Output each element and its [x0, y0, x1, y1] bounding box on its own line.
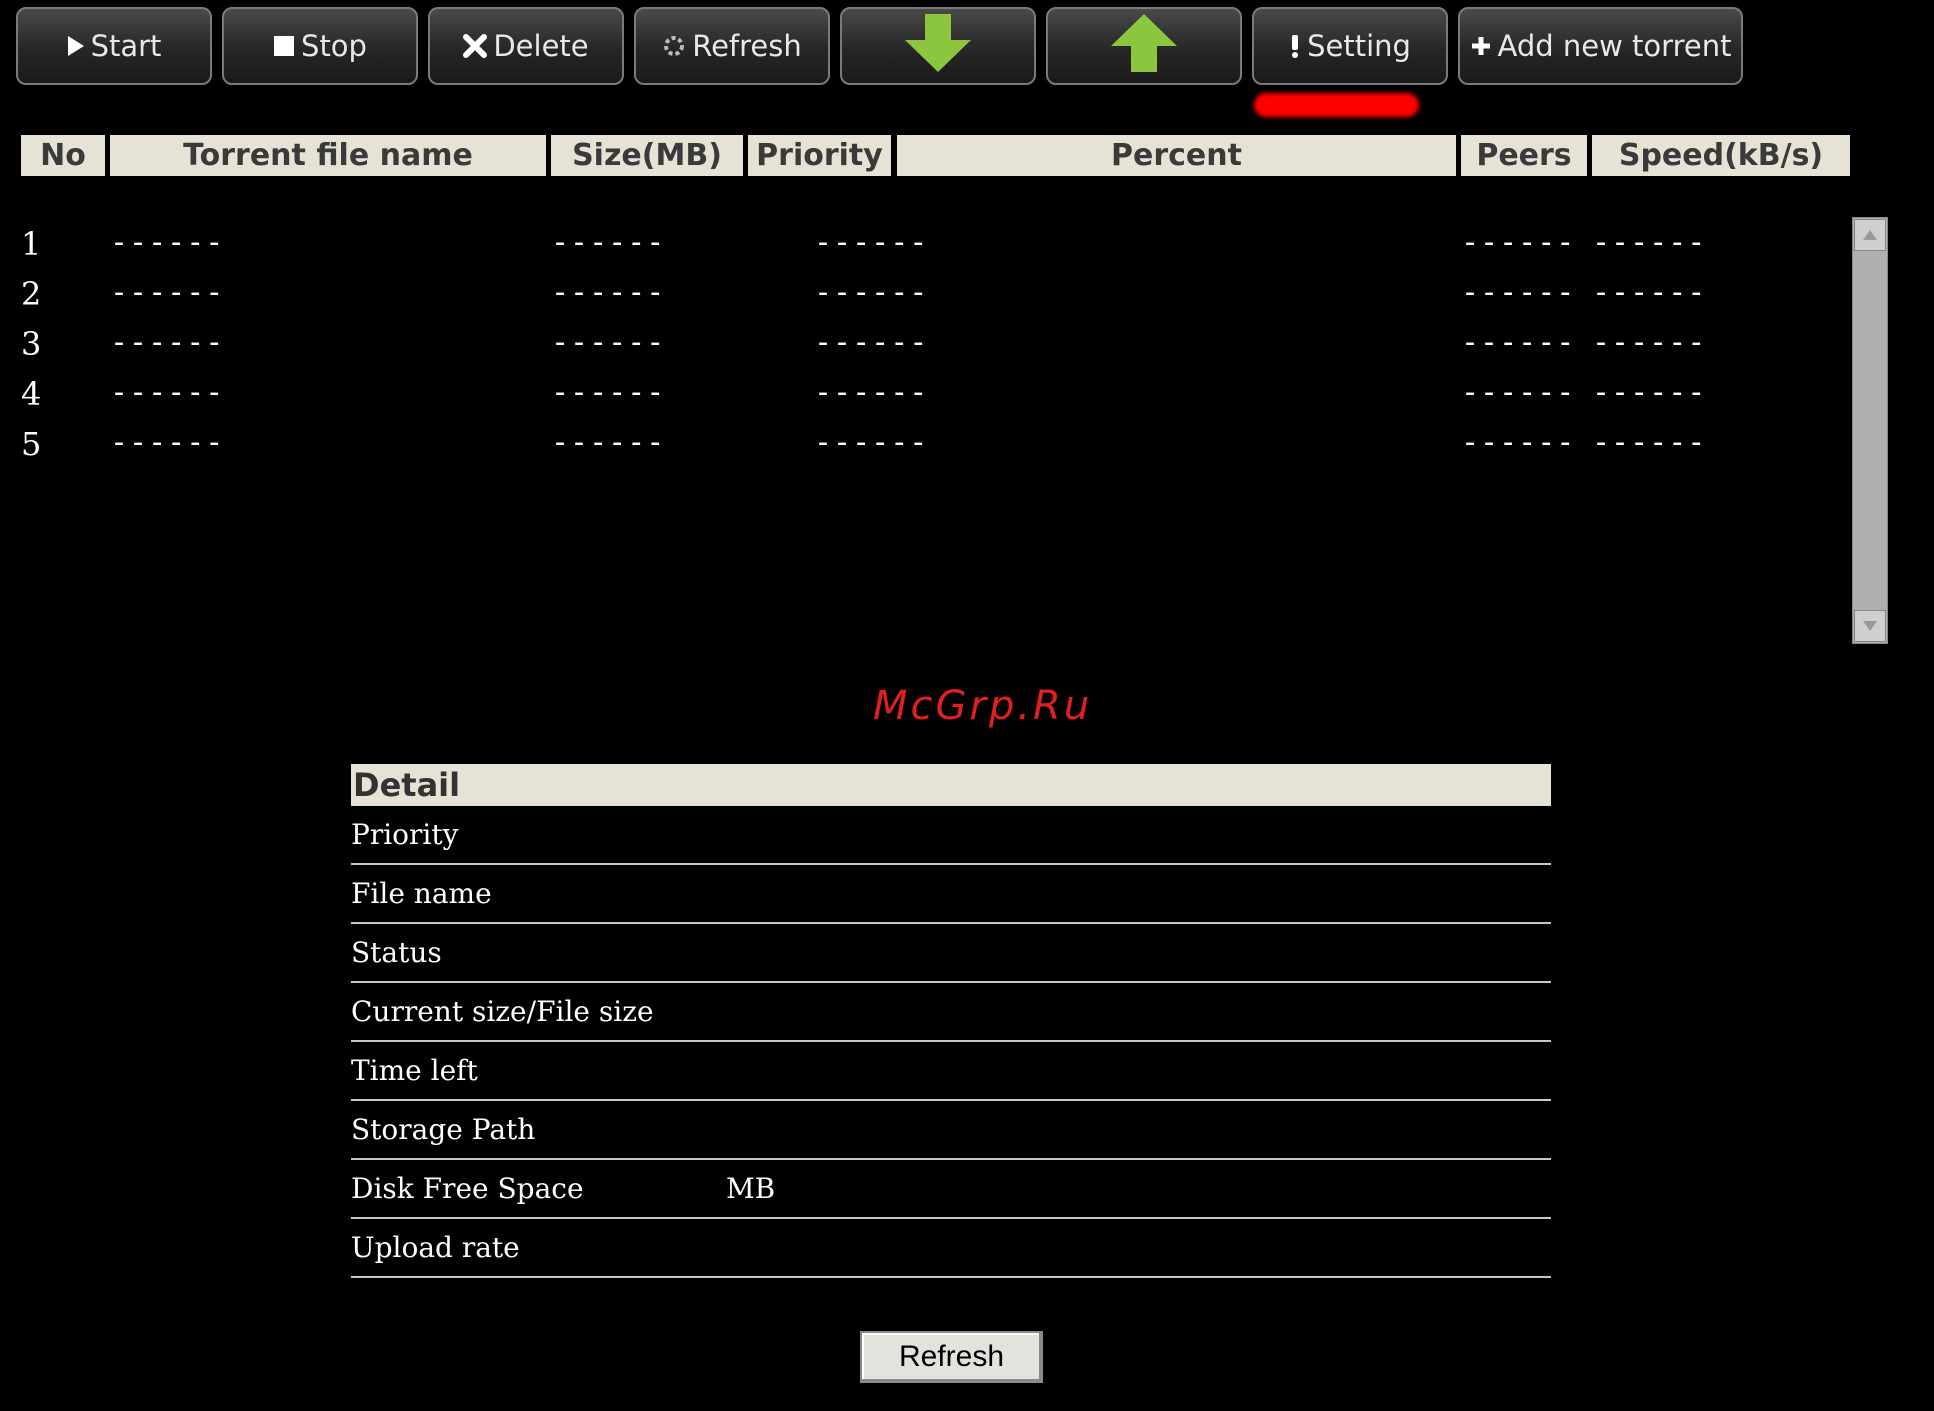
- triangle-up-icon: [1863, 230, 1877, 240]
- row-priority: ------: [814, 375, 929, 410]
- detail-label: Time left: [351, 1054, 478, 1087]
- row-name: ------: [110, 225, 225, 260]
- detail-row-time-left: Time left: [351, 1042, 1551, 1101]
- detail-row-priority: Priority: [351, 806, 1551, 865]
- header-percent: Percent: [897, 135, 1456, 176]
- move-up-button[interactable]: [1046, 7, 1242, 85]
- detail-label: Priority: [351, 818, 459, 851]
- setting-label: Setting: [1307, 29, 1411, 63]
- arrow-down-icon: [903, 12, 973, 81]
- table-row[interactable]: 5 ------ ------ ------ ------ ------: [0, 425, 1850, 471]
- stop-label: Stop: [301, 29, 367, 63]
- row-size: ------: [551, 425, 666, 460]
- row-speed: ------: [1592, 325, 1707, 360]
- row-priority: ------: [814, 225, 929, 260]
- table-row[interactable]: 4 ------ ------ ------ ------ ------: [0, 375, 1850, 421]
- add-torrent-button[interactable]: Add new torrent: [1458, 7, 1743, 85]
- detail-refresh-button[interactable]: Refresh: [860, 1331, 1043, 1383]
- header-priority: Priority: [748, 135, 891, 176]
- row-priority: ------: [814, 275, 929, 310]
- detail-label: Storage Path: [351, 1113, 536, 1146]
- row-name: ------: [110, 375, 225, 410]
- row-size: ------: [551, 325, 666, 360]
- detail-label: Status: [351, 936, 442, 969]
- play-icon: [67, 35, 85, 57]
- row-priority: ------: [814, 425, 929, 460]
- detail-label: Disk Free Space: [351, 1172, 584, 1205]
- row-peers: ------: [1461, 425, 1576, 460]
- arrow-up-icon: [1109, 12, 1179, 81]
- row-size: ------: [551, 225, 666, 260]
- delete-label: Delete: [493, 29, 589, 63]
- row-name: ------: [110, 275, 225, 310]
- scroll-up-button[interactable]: [1854, 219, 1886, 251]
- detail-panel: Detail Priority File name Status Current…: [351, 764, 1551, 1278]
- start-button[interactable]: Start: [16, 7, 212, 85]
- row-no: 5: [21, 425, 42, 463]
- row-name: ------: [110, 425, 225, 460]
- row-peers: ------: [1461, 275, 1576, 310]
- start-label: Start: [90, 29, 162, 63]
- delete-button[interactable]: Delete: [428, 7, 624, 85]
- exclamation-icon: [1289, 33, 1301, 59]
- setting-button[interactable]: Setting: [1252, 7, 1448, 85]
- header-peers: Peers: [1461, 135, 1587, 176]
- row-speed: ------: [1592, 225, 1707, 260]
- detail-row-upload-rate: Upload rate: [351, 1219, 1551, 1278]
- scroll-down-button[interactable]: [1854, 610, 1886, 642]
- scrollbar[interactable]: [1852, 217, 1888, 644]
- row-size: ------: [551, 275, 666, 310]
- row-priority: ------: [814, 325, 929, 360]
- refresh-button[interactable]: Refresh: [634, 7, 830, 85]
- header-no: No: [21, 135, 105, 176]
- row-no: 2: [21, 275, 42, 313]
- header-speed: Speed(kB/s): [1592, 135, 1850, 176]
- detail-row-file-name: File name: [351, 865, 1551, 924]
- close-icon: [463, 34, 488, 58]
- watermark: McGrp.Ru: [873, 683, 1093, 729]
- refresh-label: Refresh: [692, 29, 802, 63]
- add-torrent-label: Add new torrent: [1497, 29, 1732, 63]
- row-speed: ------: [1592, 275, 1707, 310]
- detail-label: Current size/File size: [351, 995, 654, 1028]
- plus-icon: [1470, 35, 1492, 57]
- row-peers: ------: [1461, 375, 1576, 410]
- row-no: 4: [21, 375, 42, 413]
- row-peers: ------: [1461, 325, 1576, 360]
- detail-label: Upload rate: [351, 1231, 520, 1264]
- table-row[interactable]: 2 ------ ------ ------ ------ ------: [0, 275, 1850, 321]
- detail-label: File name: [351, 877, 492, 910]
- row-no: 1: [21, 225, 42, 263]
- move-down-button[interactable]: [840, 7, 1036, 85]
- stop-icon: [273, 35, 295, 57]
- row-name: ------: [110, 325, 225, 360]
- detail-row-status: Status: [351, 924, 1551, 983]
- detail-row-storage-path: Storage Path: [351, 1101, 1551, 1160]
- row-peers: ------: [1461, 225, 1576, 260]
- table-row[interactable]: 1 ------ ------ ------ ------ ------: [0, 225, 1850, 271]
- triangle-down-icon: [1863, 621, 1877, 631]
- table-row[interactable]: 3 ------ ------ ------ ------ ------: [0, 325, 1850, 371]
- refresh-icon: [662, 34, 686, 58]
- header-name: Torrent file name: [110, 135, 546, 176]
- row-speed: ------: [1592, 425, 1707, 460]
- row-no: 3: [21, 325, 42, 363]
- header-size: Size(MB): [551, 135, 743, 176]
- row-speed: ------: [1592, 375, 1707, 410]
- detail-row-disk-free: Disk Free Space MB: [351, 1160, 1551, 1219]
- toolbar: Start Stop Delete Refresh Setting Add ne…: [16, 7, 1743, 85]
- stop-button[interactable]: Stop: [222, 7, 418, 85]
- detail-title: Detail: [351, 764, 1551, 806]
- detail-row-size: Current size/File size: [351, 983, 1551, 1042]
- setting-highlight: [1254, 93, 1419, 117]
- row-size: ------: [551, 375, 666, 410]
- disk-unit: MB: [726, 1172, 776, 1205]
